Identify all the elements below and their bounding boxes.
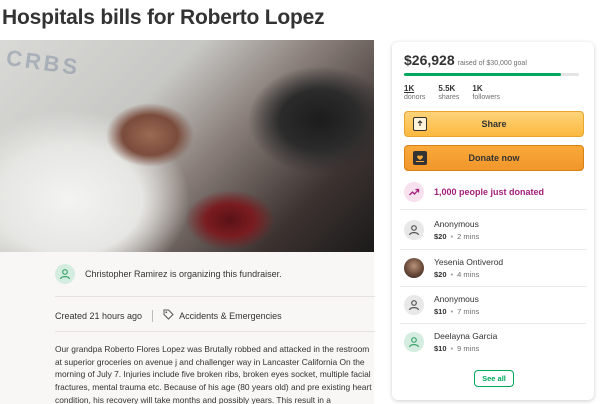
stat-label: shares — [438, 94, 460, 101]
bullet: • — [450, 344, 454, 353]
divider — [400, 323, 586, 324]
user-icon — [404, 220, 424, 240]
donor-name: Anonymous — [434, 294, 479, 304]
progress-bar — [404, 73, 579, 76]
divider — [55, 296, 375, 297]
stats-row: 1K donors 5.5K shares 1K followers — [404, 84, 500, 101]
share-icon — [413, 117, 427, 131]
divider — [400, 249, 586, 250]
story-text: Our grandpa Roberto Flores Lopez was Bru… — [55, 344, 372, 404]
donation-amount: $20 — [434, 270, 447, 279]
donor-name: Deelayna Garcia — [434, 331, 498, 341]
tag-icon — [163, 309, 174, 323]
donation-item: Deelayna Garcia $10 • 9 mins — [404, 331, 497, 353]
campaign-title: Hospitals bills for Roberto Lopez — [2, 6, 325, 29]
donation-sidebar: $26,928 raised of $30,000 goal 1K donors… — [392, 42, 594, 400]
stat-value: 1K — [404, 84, 415, 93]
donation-amount: $10 — [434, 307, 447, 316]
divider — [55, 331, 375, 332]
meta-separator — [152, 310, 154, 322]
donation-amount: $10 — [434, 344, 447, 353]
donate-button[interactable]: Donate now — [404, 145, 584, 171]
share-button[interactable]: Share — [404, 111, 584, 137]
category-link[interactable]: Accidents & Emergencies — [179, 311, 282, 321]
donation-time: 4 mins — [457, 270, 480, 279]
amount-raised: $26,928 — [404, 52, 455, 68]
divider — [400, 286, 586, 287]
trending-text: 1,000 people just donated — [434, 187, 545, 197]
user-icon — [404, 295, 424, 315]
donation-time: 2 mins — [457, 232, 480, 241]
organizer-row[interactable]: Christopher Ramirez is organizing this f… — [55, 264, 375, 284]
donor-name: Yesenia Ontiverod — [434, 257, 504, 267]
avatar — [404, 258, 424, 278]
created-time: Created 21 hours ago — [55, 311, 143, 321]
donation-item: Yesenia Ontiverod $20 • 4 mins — [404, 257, 503, 279]
campaign-photo[interactable]: CRBS — [0, 40, 374, 252]
stat-shares: 5.5K shares — [438, 84, 459, 101]
stat-label: followers — [472, 94, 501, 101]
photo-background-text: CRBS — [4, 44, 82, 81]
divider — [400, 209, 586, 210]
campaign-meta: Created 21 hours ago Accidents & Emergen… — [55, 309, 282, 323]
stat-value: 5.5K — [438, 84, 456, 93]
user-icon — [404, 332, 424, 352]
user-icon — [55, 264, 75, 284]
bullet: • — [450, 307, 454, 316]
share-label: Share — [481, 119, 507, 129]
donation-amount: $20 — [434, 232, 447, 241]
donate-label: Donate now — [468, 153, 520, 163]
donation-item: Anonymous $10 • 7 mins — [404, 294, 479, 316]
amount-raised-row: $26,928 raised of $30,000 goal — [404, 52, 527, 68]
donation-item: Anonymous $20 • 2 mins — [404, 219, 479, 241]
stat-value: 1K — [472, 84, 483, 93]
organizer-text: Christopher Ramirez is organizing this f… — [85, 269, 282, 279]
bullet: • — [450, 270, 454, 279]
stat-followers: 1K followers — [472, 84, 500, 101]
stat-label: donors — [404, 94, 426, 101]
progress-bar-fill — [404, 73, 562, 76]
trending-up-icon — [404, 182, 424, 202]
donor-name: Anonymous — [434, 219, 479, 229]
stat-donors[interactable]: 1K donors — [404, 84, 425, 101]
heart-hand-icon — [413, 151, 427, 165]
donation-time: 9 mins — [457, 344, 480, 353]
trending-row: 1,000 people just donated — [404, 182, 544, 202]
see-all-button[interactable]: See all — [474, 370, 514, 387]
bullet: • — [450, 232, 454, 241]
donation-time: 7 mins — [457, 307, 480, 316]
goal-text: raised of $30,000 goal — [457, 60, 527, 67]
